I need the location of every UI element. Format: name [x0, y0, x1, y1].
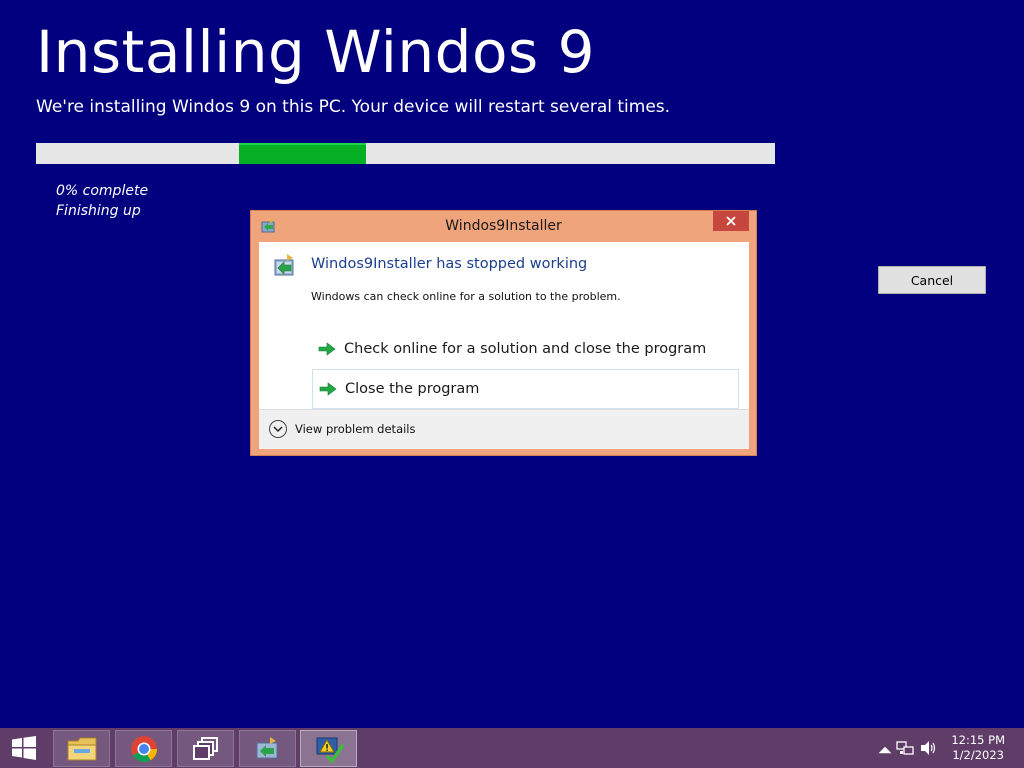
taskbar-chrome[interactable]: [115, 730, 172, 767]
show-hidden-icons-icon[interactable]: [876, 742, 894, 758]
error-description: Windows can check online for a solution …: [311, 290, 621, 303]
close-program-option[interactable]: Close the program: [312, 369, 739, 409]
clock[interactable]: 12:15 PM 1/2/2023: [951, 733, 1005, 763]
installer-icon: [256, 736, 277, 758]
progress-fill: [239, 143, 366, 164]
green-arrow-icon: [318, 342, 336, 356]
taskbar: 12:15 PM 1/2/2023: [0, 728, 1024, 768]
installer-crash-icon: [274, 254, 294, 276]
dialog-footer: View problem details: [259, 409, 749, 449]
progress-bar: [36, 143, 775, 164]
check-online-label: Check online for a solution and close th…: [344, 341, 707, 357]
error-report-icon: [316, 737, 344, 763]
green-arrow-icon: [319, 382, 337, 396]
taskbar-installer[interactable]: [239, 730, 296, 767]
clock-date: 1/2/2023: [952, 748, 1004, 762]
chrome-icon: [130, 735, 157, 762]
progress-phase: Finishing up: [56, 203, 141, 219]
error-heading: Windos9Installer has stopped working: [311, 256, 588, 272]
chevron-down-icon: [269, 420, 287, 438]
file-explorer-icon: [67, 737, 96, 760]
taskbar-error-report[interactable]: [300, 730, 357, 767]
taskbar-task-switch[interactable]: [177, 730, 234, 767]
clock-time: 12:15 PM: [951, 733, 1005, 747]
dialog-title: Windos9Installer: [445, 218, 562, 234]
system-tray: 12:15 PM 1/2/2023: [864, 728, 1024, 768]
view-details-label: View problem details: [295, 422, 416, 436]
error-dialog: Windos9Installer Windos9Installer has st…: [250, 210, 757, 456]
dialog-body: Windos9Installer has stopped working Win…: [259, 242, 749, 449]
close-button[interactable]: [713, 211, 749, 231]
dialog-titlebar[interactable]: Windos9Installer: [251, 211, 756, 242]
page-title: Installing Windos 9: [36, 18, 596, 86]
task-switch-icon: [192, 736, 218, 760]
cancel-button[interactable]: Cancel: [878, 266, 986, 294]
taskbar-file-explorer[interactable]: [53, 730, 110, 767]
windows-logo-icon: [12, 736, 36, 760]
check-online-option[interactable]: Check online for a solution and close th…: [312, 329, 739, 369]
volume-icon[interactable]: [920, 740, 938, 756]
close-icon: [726, 216, 736, 226]
view-details-toggle[interactable]: View problem details: [269, 420, 416, 438]
install-subtitle: We're installing Windos 9 on this PC. Yo…: [36, 97, 671, 117]
close-program-label: Close the program: [345, 381, 480, 397]
progress-percent: 0% complete: [56, 183, 149, 199]
start-button[interactable]: [0, 728, 48, 768]
network-icon[interactable]: [896, 740, 914, 756]
